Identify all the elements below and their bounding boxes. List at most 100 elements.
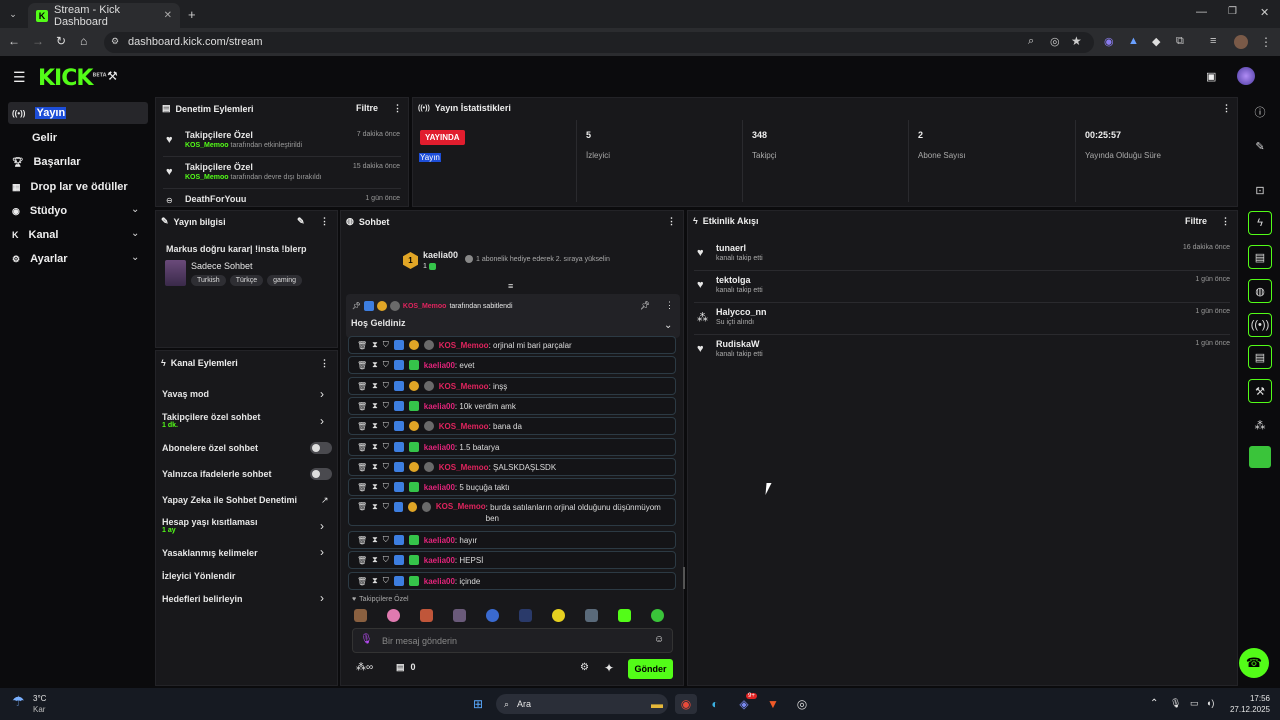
sidebar-item-gelir[interactable]: Gelir (8, 127, 148, 149)
chat-username[interactable]: kaelia00 (424, 536, 455, 545)
delete-icon[interactable]: 🗑︎ (357, 341, 367, 350)
delete-icon[interactable]: 🗑︎ (357, 483, 367, 492)
sidebar-item-kanal[interactable]: K Kanal (8, 224, 148, 246)
event-user[interactable]: tektolga (716, 275, 1230, 285)
minimize-icon[interactable]: — (1196, 6, 1207, 18)
chat-username[interactable]: KOS_Memoo (439, 382, 489, 391)
puzzle-icon[interactable]: ⧉ (1176, 35, 1184, 48)
close-window-icon[interactable]: ✕ (1260, 6, 1269, 19)
shield-icon[interactable]: ⛉ (383, 462, 389, 472)
chat-username[interactable]: kaelia00 (424, 556, 455, 565)
diamond-extension-icon[interactable]: ◆ (1152, 35, 1160, 48)
clock[interactable]: 17:56 27.12.2025 (1226, 693, 1270, 715)
delete-icon[interactable]: 🗑︎ (357, 443, 367, 452)
pencil-icon[interactable]: ✎ (1248, 134, 1272, 158)
profile-avatar[interactable] (1234, 35, 1248, 49)
activity-more-icon[interactable]: ⋮ (1221, 216, 1230, 227)
shield-icon[interactable]: ⛉ (383, 360, 389, 370)
timeout-icon[interactable]: ⧗ (372, 462, 378, 472)
back-icon[interactable]: ← (8, 34, 20, 48)
timeout-icon[interactable]: ⧗ (372, 482, 378, 492)
category-name[interactable]: Sadece Sohbet (191, 261, 253, 271)
delete-icon[interactable]: 🗑︎ (357, 556, 367, 565)
timeout-icon[interactable]: ⧗ (372, 360, 378, 370)
chat-settings-icon[interactable]: ⚙ (580, 662, 589, 673)
media-icon[interactable]: ≡ (1210, 35, 1216, 47)
chevron-right-icon[interactable]: › (320, 545, 324, 559)
shield-icon[interactable]: ⛉ (383, 555, 389, 565)
restore-icon[interactable]: ❐ (1228, 6, 1237, 17)
microphone-icon[interactable]: 🎙︎ (360, 634, 373, 645)
action-slow-mode[interactable]: Yavaş mod (162, 389, 332, 399)
chevron-down-icon[interactable]: ⌄ (664, 320, 672, 331)
subscribers-only-toggle[interactable] (310, 442, 332, 454)
forward-icon[interactable]: → (32, 34, 44, 48)
timeout-icon[interactable]: ⧗ (372, 502, 378, 512)
delete-icon[interactable]: 🗑︎ (357, 502, 367, 511)
external-link-icon[interactable]: ↗ (321, 495, 329, 506)
tag[interactable]: Turkish (191, 275, 226, 286)
chevron-right-icon[interactable]: › (320, 387, 324, 401)
activity-filter-button[interactable]: Filtre (1185, 216, 1207, 226)
pinned-by-user[interactable]: KOS_Memoo (403, 303, 447, 310)
brave-icon[interactable]: ▼ (762, 694, 784, 714)
quick-action-lightning-icon[interactable]: ϟ (1248, 211, 1272, 235)
chat-username[interactable]: kaelia00 (424, 443, 455, 452)
emote[interactable] (420, 609, 433, 622)
tab-close-icon[interactable]: ✕ (164, 10, 172, 21)
timeout-icon[interactable]: ⧗ (372, 340, 378, 350)
mic-tray-icon[interactable]: 🎙︎ (1170, 698, 1181, 709)
collapse-icon[interactable]: ≡ (508, 281, 513, 291)
bookmark-star-icon[interactable]: ★ (1071, 34, 1082, 48)
delete-icon[interactable]: 🗑︎ (357, 536, 367, 545)
chevron-right-icon[interactable]: › (320, 414, 324, 428)
delete-icon[interactable]: 🗑︎ (357, 463, 367, 472)
emote[interactable] (519, 609, 532, 622)
chevron-right-icon[interactable]: › (320, 591, 324, 605)
sidebar-item-drops[interactable]: ▦ Drop lar ve ödüller (8, 176, 148, 198)
help-icon[interactable]: ☎ (1239, 648, 1269, 678)
pinned-more-icon[interactable]: ⋮ (665, 300, 674, 311)
shield-icon[interactable]: ⛉ (383, 535, 389, 545)
tag[interactable]: gaming (267, 275, 303, 286)
chat-username[interactable]: KOS_Memoo (439, 341, 489, 350)
bot-icon[interactable]: ✦ (604, 661, 614, 675)
eye-off-icon[interactable]: ◎ (1050, 35, 1060, 48)
start-icon[interactable]: ⊞ (467, 694, 489, 714)
emote[interactable] (453, 609, 466, 622)
shield-icon[interactable]: ⛉ (383, 340, 389, 350)
send-button[interactable]: Gönder (628, 659, 673, 679)
event-user[interactable]: tunaerl (716, 243, 1230, 253)
unpin-icon[interactable]: 📌︎ (640, 301, 650, 310)
ayarlar-chevron-down-icon[interactable]: ⌄ (131, 252, 139, 263)
address-bar[interactable]: dashboard.kick.com/stream (104, 32, 1094, 53)
moderation-more-icon[interactable]: ⋮ (393, 103, 402, 114)
quick-action-wrench-icon[interactable]: ⚒ (1248, 379, 1272, 403)
quick-action-store-icon[interactable]: ▤ (1248, 345, 1272, 369)
timeout-icon[interactable]: ⧗ (372, 442, 378, 452)
action-banned-words[interactable]: Yasaklanmış kelimeler (162, 548, 258, 558)
tools-icon[interactable]: ⚒ (107, 69, 118, 83)
moderation-entry-user[interactable]: KOS_Memoo (185, 142, 229, 149)
chat-username[interactable]: kaelia00 (424, 577, 455, 586)
quick-action-chat-icon[interactable]: ◍ (1248, 279, 1272, 303)
chevron-right-icon[interactable]: › (320, 519, 324, 533)
delete-icon[interactable]: 🗑︎ (357, 361, 367, 370)
chat-more-icon[interactable]: ⋮ (667, 216, 676, 227)
sidebar-item-basarilar[interactable]: 🏆︎ Başarılar (8, 151, 148, 173)
moderation-filter-button[interactable]: Filtre (356, 103, 378, 113)
zoom-icon[interactable]: ⌕ (1028, 35, 1034, 48)
quick-action-game-icon[interactable] (1249, 446, 1271, 468)
channel-points-icon[interactable]: ⁂∞ (356, 662, 373, 673)
emote[interactable] (651, 609, 664, 622)
kick-logo[interactable]: KICKBETA (38, 66, 107, 91)
emote[interactable] (585, 609, 598, 622)
new-tab-icon[interactable]: + (188, 7, 196, 22)
moderation-entry-user[interactable]: KOS_Memoo (185, 174, 229, 181)
tab-search-icon[interactable]: ⌄ (6, 7, 20, 21)
browser-menu-icon[interactable]: ⋮ (1260, 35, 1272, 49)
timeout-icon[interactable]: ⧗ (372, 555, 378, 565)
file-explorer-icon[interactable]: ▬ (646, 694, 668, 714)
hamburger-menu-icon[interactable]: ☰ (13, 69, 26, 86)
tag[interactable]: Türkçe (229, 275, 264, 286)
